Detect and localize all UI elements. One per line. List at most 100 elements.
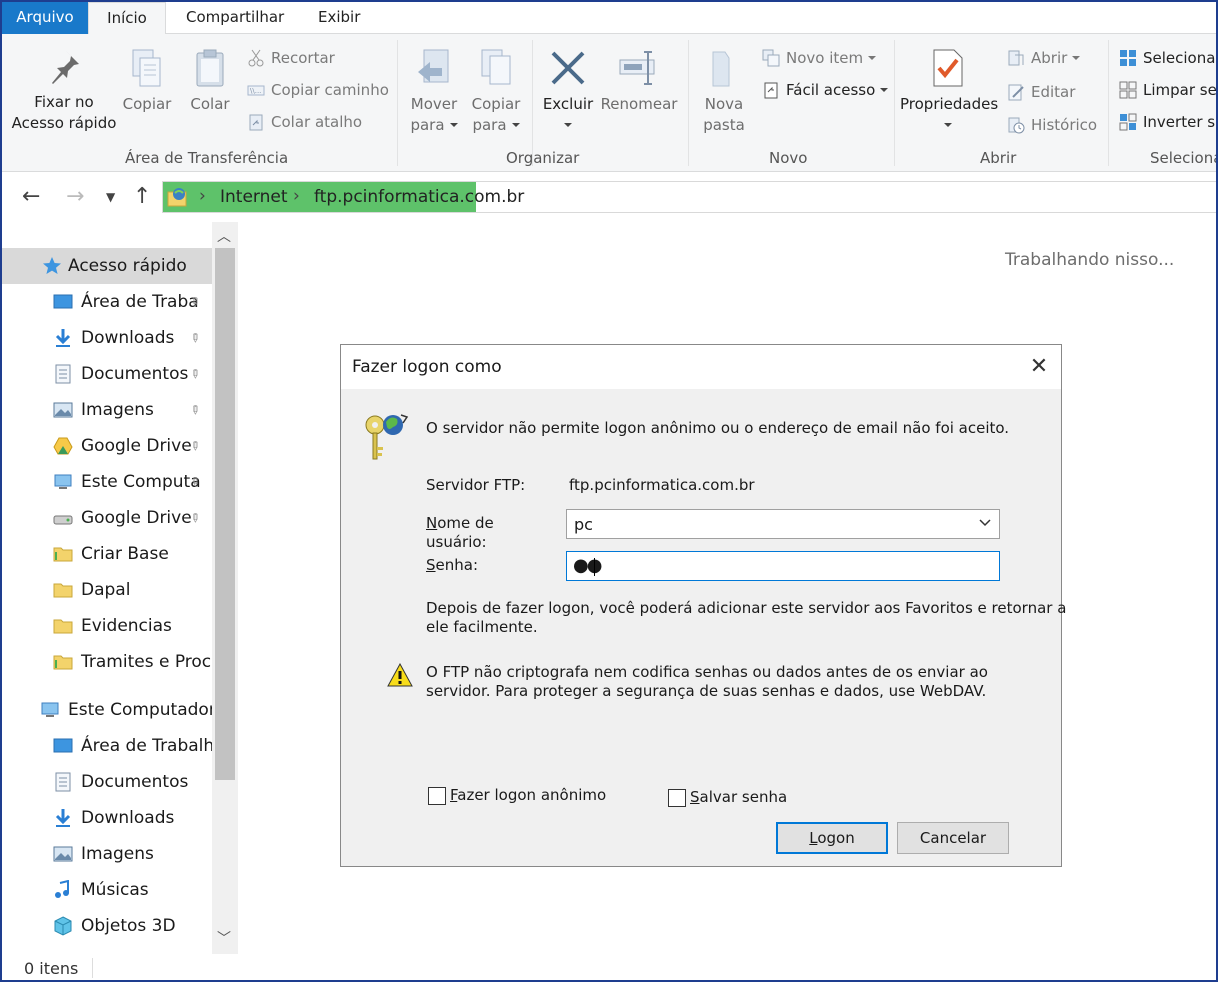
- group-label-clipboard: Área de Transferência: [125, 149, 289, 167]
- scroll-up-chevron-icon[interactable]: ︿: [217, 226, 231, 246]
- history-label: Histórico: [1031, 116, 1098, 134]
- copy-path-button[interactable]: \\... Copiar caminho: [247, 80, 389, 100]
- delete-x-icon: [551, 51, 585, 85]
- sidebar-item[interactable]: Downloads ✎: [2, 320, 212, 356]
- scroll-down-chevron-icon[interactable]: ﹀: [217, 928, 231, 948]
- select-all-button[interactable]: Selecionar: [1119, 48, 1216, 68]
- copy-to-button[interactable]: Copiar para: [468, 48, 524, 136]
- logon-button[interactable]: Logon: [776, 822, 888, 854]
- new-item-button[interactable]: Novo item: [762, 48, 877, 68]
- back-arrow-icon[interactable]: ←: [22, 184, 40, 209]
- copy-to-label-2: para: [472, 116, 507, 134]
- pin-icon[interactable]: ✎: [179, 322, 212, 355]
- select-none-button[interactable]: Limpar sel: [1119, 80, 1216, 100]
- close-icon[interactable]: ✕: [1027, 353, 1051, 381]
- breadcrumb-chevron-icon[interactable]: ›: [199, 186, 206, 206]
- edit-label: Editar: [1031, 83, 1076, 101]
- sidebar-item[interactable]: Documentos: [2, 764, 212, 800]
- group-divider: [1108, 40, 1109, 166]
- status-bar: 0 itens: [2, 954, 1216, 980]
- easy-access-label: Fácil acesso: [786, 81, 876, 99]
- sidebar-item[interactable]: Google Drive ✎: [2, 500, 212, 536]
- move-to-button[interactable]: Mover para: [406, 48, 462, 136]
- cut-button[interactable]: Recortar: [247, 48, 335, 68]
- save-password-label[interactable]: Salvar senha: [690, 788, 787, 807]
- tab-exibir[interactable]: Exibir: [304, 2, 374, 34]
- sidebar-scrollbar[interactable]: ︿ ﹀: [212, 222, 238, 954]
- paste-shortcut-button[interactable]: Colar atalho: [247, 112, 362, 132]
- save-password-checkbox[interactable]: [668, 789, 686, 807]
- rename-label: Renomear: [600, 95, 678, 113]
- up-arrow-icon[interactable]: ↑: [133, 184, 151, 209]
- invert-selection-button[interactable]: Inverter se: [1119, 112, 1216, 132]
- sidebar-item[interactable]: Este Computa ✎: [2, 464, 212, 500]
- delete-button[interactable]: Excluir: [540, 48, 596, 136]
- chevron-down-icon: [564, 123, 572, 127]
- forward-arrow-icon[interactable]: →: [66, 184, 84, 209]
- tab-inicio[interactable]: Início: [88, 2, 166, 35]
- google-drive-icon: [53, 437, 73, 455]
- sidebar-item[interactable]: Documentos ✎: [2, 356, 212, 392]
- easy-access-button[interactable]: Fácil acesso: [762, 80, 889, 100]
- text-cursor: [594, 558, 595, 576]
- download-arrow-icon: [55, 809, 71, 827]
- sidebar-item[interactable]: Área de Trabalho: [2, 728, 212, 764]
- sidebar-item-label: Google Drive: [81, 436, 192, 456]
- sidebar-item[interactable]: Criar Base: [2, 536, 212, 572]
- paste-shortcut-label: Colar atalho: [271, 113, 363, 131]
- chevron-down-icon[interactable]: [979, 516, 991, 528]
- recent-chevron-down-icon[interactable]: ▼: [106, 190, 115, 204]
- copy-button[interactable]: Copiar: [120, 48, 174, 115]
- address-bar[interactable]: › Internet › ftp.pcinformatica.com.br: [162, 181, 1216, 213]
- rename-button[interactable]: Renomear: [600, 48, 678, 115]
- computer-icon: [54, 474, 72, 489]
- new-folder-button[interactable]: Nova pasta: [698, 48, 750, 136]
- tab-compartilhar[interactable]: Compartilhar: [172, 2, 298, 34]
- sidebar-item-this-pc[interactable]: Este Computador: [2, 692, 212, 728]
- server-value: ftp.pcinformatica.com.br: [569, 476, 755, 494]
- username-combobox[interactable]: pc: [566, 509, 1000, 539]
- pin-icon[interactable]: ✎: [179, 394, 212, 427]
- properties-button[interactable]: Propriedades: [900, 48, 998, 136]
- sidebar-item[interactable]: Imagens: [2, 836, 212, 872]
- delete-label: Excluir: [542, 95, 594, 113]
- paste-button[interactable]: Colar: [184, 48, 236, 115]
- password-label: Senha:: [426, 556, 479, 574]
- password-field[interactable]: ●●: [566, 551, 1000, 581]
- cancel-button[interactable]: Cancelar: [897, 822, 1009, 854]
- new-item-icon: [762, 49, 780, 67]
- breadcrumb-ftp-server[interactable]: ftp.pcinformatica.com.br: [314, 187, 524, 207]
- sidebar-item[interactable]: Google Drive ✎: [2, 428, 212, 464]
- new-folder-label-1: Nova: [704, 95, 744, 113]
- dialog-message: O servidor não permite logon anônimo ou …: [426, 419, 1010, 437]
- sidebar-item-quick-access[interactable]: Acesso rápido: [2, 248, 212, 284]
- sidebar-item[interactable]: Downloads: [2, 800, 212, 836]
- sidebar-item[interactable]: Área de Traba ✎: [2, 284, 212, 320]
- sidebar-item[interactable]: Evidencias: [2, 608, 212, 644]
- invert-selection-icon: [1119, 113, 1137, 131]
- anonymous-logon-checkbox[interactable]: [428, 787, 446, 805]
- history-button[interactable]: Histórico: [1007, 115, 1097, 135]
- pin-quick-access-button[interactable]: Fixar no Acesso rápido: [10, 48, 118, 134]
- chevron-down-icon: [449, 123, 458, 127]
- move-label-2: para: [410, 116, 445, 134]
- breadcrumb-chevron-icon[interactable]: ›: [293, 186, 300, 206]
- open-button[interactable]: Abrir: [1007, 48, 1081, 68]
- paste-shortcut-icon: [249, 114, 263, 131]
- sidebar-item-label: Dapal: [81, 580, 131, 600]
- group-label-organize: Organizar: [506, 149, 580, 167]
- breadcrumb-internet[interactable]: Internet: [220, 187, 288, 207]
- scrollbar-thumb[interactable]: [215, 248, 235, 780]
- group-divider: [397, 40, 398, 166]
- sidebar-item[interactable]: Dapal: [2, 572, 212, 608]
- sidebar-item[interactable]: Objetos 3D: [2, 908, 212, 944]
- tab-arquivo[interactable]: Arquivo: [2, 2, 88, 34]
- sidebar-item[interactable]: Tramites e Proce: [2, 644, 212, 680]
- sidebar-item[interactable]: Músicas: [2, 872, 212, 908]
- shared-folder-icon: [53, 547, 73, 562]
- edit-button[interactable]: Editar: [1007, 82, 1075, 102]
- warning-icon: [387, 663, 413, 687]
- sidebar-item[interactable]: Imagens ✎: [2, 392, 212, 428]
- anonymous-logon-label[interactable]: Fazer logon anônimo: [450, 786, 606, 805]
- image-icon: [53, 846, 73, 862]
